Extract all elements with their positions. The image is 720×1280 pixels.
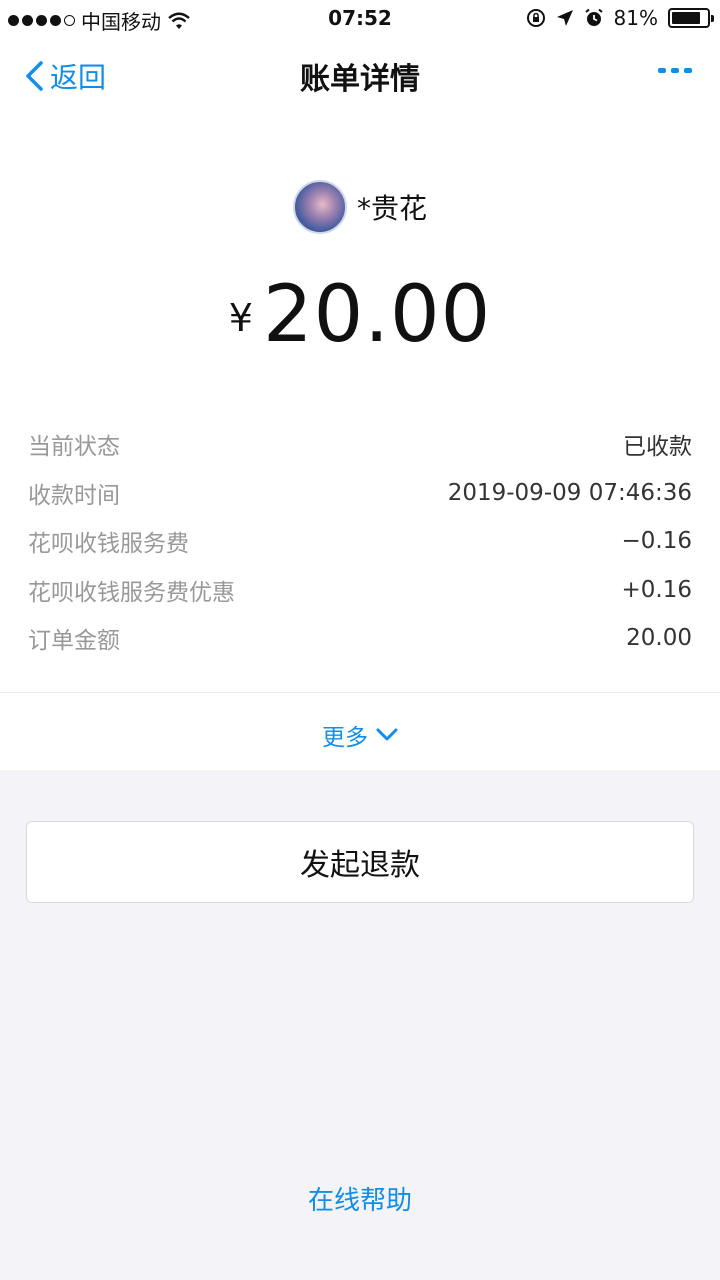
battery-icon — [668, 8, 714, 28]
detail-value: −0.16 — [621, 528, 692, 555]
amount-value: 20.00 — [262, 270, 492, 360]
signal-dots-icon — [8, 15, 75, 26]
status-right: 81% — [526, 6, 714, 30]
bill-detail-card: *贵花 ¥ 20.00 当前状态 已收款 收款时间 2019-09-09 07:… — [0, 110, 720, 770]
chevron-left-icon — [26, 61, 43, 91]
refund-button[interactable]: 发起退款 — [26, 821, 694, 903]
alarm-icon — [584, 8, 603, 26]
wifi-icon — [168, 12, 190, 29]
chevron-down-icon — [376, 728, 398, 741]
location-icon — [556, 10, 573, 26]
amount-display: ¥ 20.00 — [0, 270, 720, 360]
detail-label: 订单金额 — [28, 628, 120, 655]
detail-value: 2019-09-09 07:46:36 — [447, 479, 692, 506]
more-label: 更多 — [322, 725, 368, 751]
detail-label: 当前状态 — [28, 434, 120, 461]
nav-bar: 返回 账单详情 — [0, 38, 720, 110]
more-dots-icon[interactable] — [658, 68, 692, 73]
page-title: 账单详情 — [300, 62, 420, 97]
detail-label: 收款时间 — [28, 482, 120, 509]
payer-info: *贵花 — [0, 180, 720, 234]
battery-percent: 81% — [613, 6, 658, 30]
detail-value: +0.16 — [621, 576, 692, 603]
currency-symbol: ¥ — [228, 296, 253, 340]
detail-row-time: 收款时间 2019-09-09 07:46:36 — [28, 469, 692, 518]
online-help-link[interactable]: 在线帮助 — [0, 1180, 720, 1217]
detail-label: 花呗收钱服务费优惠 — [28, 579, 235, 606]
rotation-lock-icon — [526, 9, 545, 27]
detail-value: 20.00 — [626, 625, 692, 652]
more-toggle[interactable]: 更多 — [0, 718, 720, 752]
status-left: 中国移动 — [8, 6, 191, 35]
detail-row-order-amount: 订单金额 20.00 — [28, 614, 692, 663]
detail-label: 花呗收钱服务费 — [28, 531, 189, 558]
avatar — [292, 180, 347, 234]
back-label: 返回 — [50, 61, 107, 94]
payer-name: *贵花 — [356, 192, 427, 225]
carrier-name: 中国移动 — [81, 10, 161, 34]
detail-row-service-fee: 花呗收钱服务费 −0.16 — [28, 517, 692, 566]
detail-row-fee-discount: 花呗收钱服务费优惠 +0.16 — [28, 566, 692, 615]
detail-value: 已收款 — [623, 434, 692, 461]
detail-list: 当前状态 已收款 收款时间 2019-09-09 07:46:36 花呗收钱服务… — [28, 420, 692, 663]
detail-row-status: 当前状态 已收款 — [28, 420, 692, 469]
back-button[interactable]: 返回 — [24, 56, 106, 96]
divider — [0, 692, 720, 693]
status-bar: 中国移动 07:52 81% — [0, 0, 720, 38]
